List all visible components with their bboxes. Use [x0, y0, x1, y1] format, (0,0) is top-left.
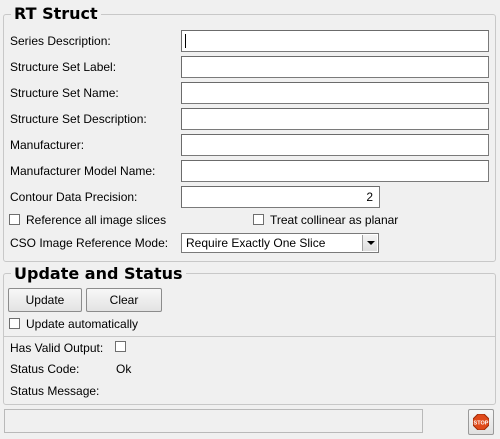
manufacturer-model-name-field[interactable]	[181, 160, 489, 182]
has-valid-output-checkbox	[115, 341, 126, 352]
status-message-label: Status Message:	[10, 384, 100, 398]
has-valid-output-label: Has Valid Output:	[10, 341, 104, 355]
text-caret	[185, 34, 186, 48]
structure-set-name-label: Structure Set Name:	[10, 86, 119, 100]
separator	[4, 336, 495, 337]
rt-struct-title: RT Struct	[11, 5, 101, 23]
cso-mode-label: CSO Image Reference Mode:	[10, 236, 169, 250]
treat-collinear-label: Treat collinear as planar	[270, 213, 399, 227]
chevron-down-icon[interactable]	[362, 235, 377, 251]
contour-precision-field[interactable]: 2	[181, 186, 380, 208]
cso-mode-value: Require Exactly One Slice	[186, 236, 326, 250]
manufacturer-field[interactable]	[181, 134, 489, 156]
structure-set-label-label: Structure Set Label:	[10, 60, 117, 74]
update-status-title: Update and Status	[11, 265, 186, 283]
status-bar	[4, 409, 423, 433]
stop-button[interactable]: STOP	[468, 409, 494, 435]
treat-collinear-checkbox[interactable]	[253, 214, 264, 225]
reference-all-slices-label: Reference all image slices	[26, 213, 167, 227]
manufacturer-label: Manufacturer:	[10, 138, 85, 152]
svg-text:STOP: STOP	[474, 421, 489, 427]
structure-set-description-label: Structure Set Description:	[10, 112, 147, 126]
update-automatically-label: Update automatically	[26, 317, 139, 331]
series-description-label: Series Description:	[10, 34, 111, 48]
structure-set-description-field[interactable]	[181, 108, 489, 130]
stop-icon: STOP	[473, 414, 489, 430]
clear-button[interactable]: Clear	[86, 288, 162, 312]
structure-set-label-field[interactable]	[181, 56, 489, 78]
manufacturer-model-name-label: Manufacturer Model Name:	[10, 164, 156, 178]
reference-all-slices-checkbox[interactable]	[9, 214, 20, 225]
contour-precision-label: Contour Data Precision:	[10, 190, 138, 204]
series-description-field[interactable]	[181, 30, 489, 52]
status-code-label: Status Code:	[10, 362, 80, 376]
update-button[interactable]: Update	[8, 288, 82, 312]
cso-mode-select[interactable]: Require Exactly One Slice	[181, 233, 379, 253]
structure-set-name-field[interactable]	[181, 82, 489, 104]
status-code-value: Ok	[116, 362, 132, 376]
update-automatically-checkbox[interactable]	[9, 318, 20, 329]
